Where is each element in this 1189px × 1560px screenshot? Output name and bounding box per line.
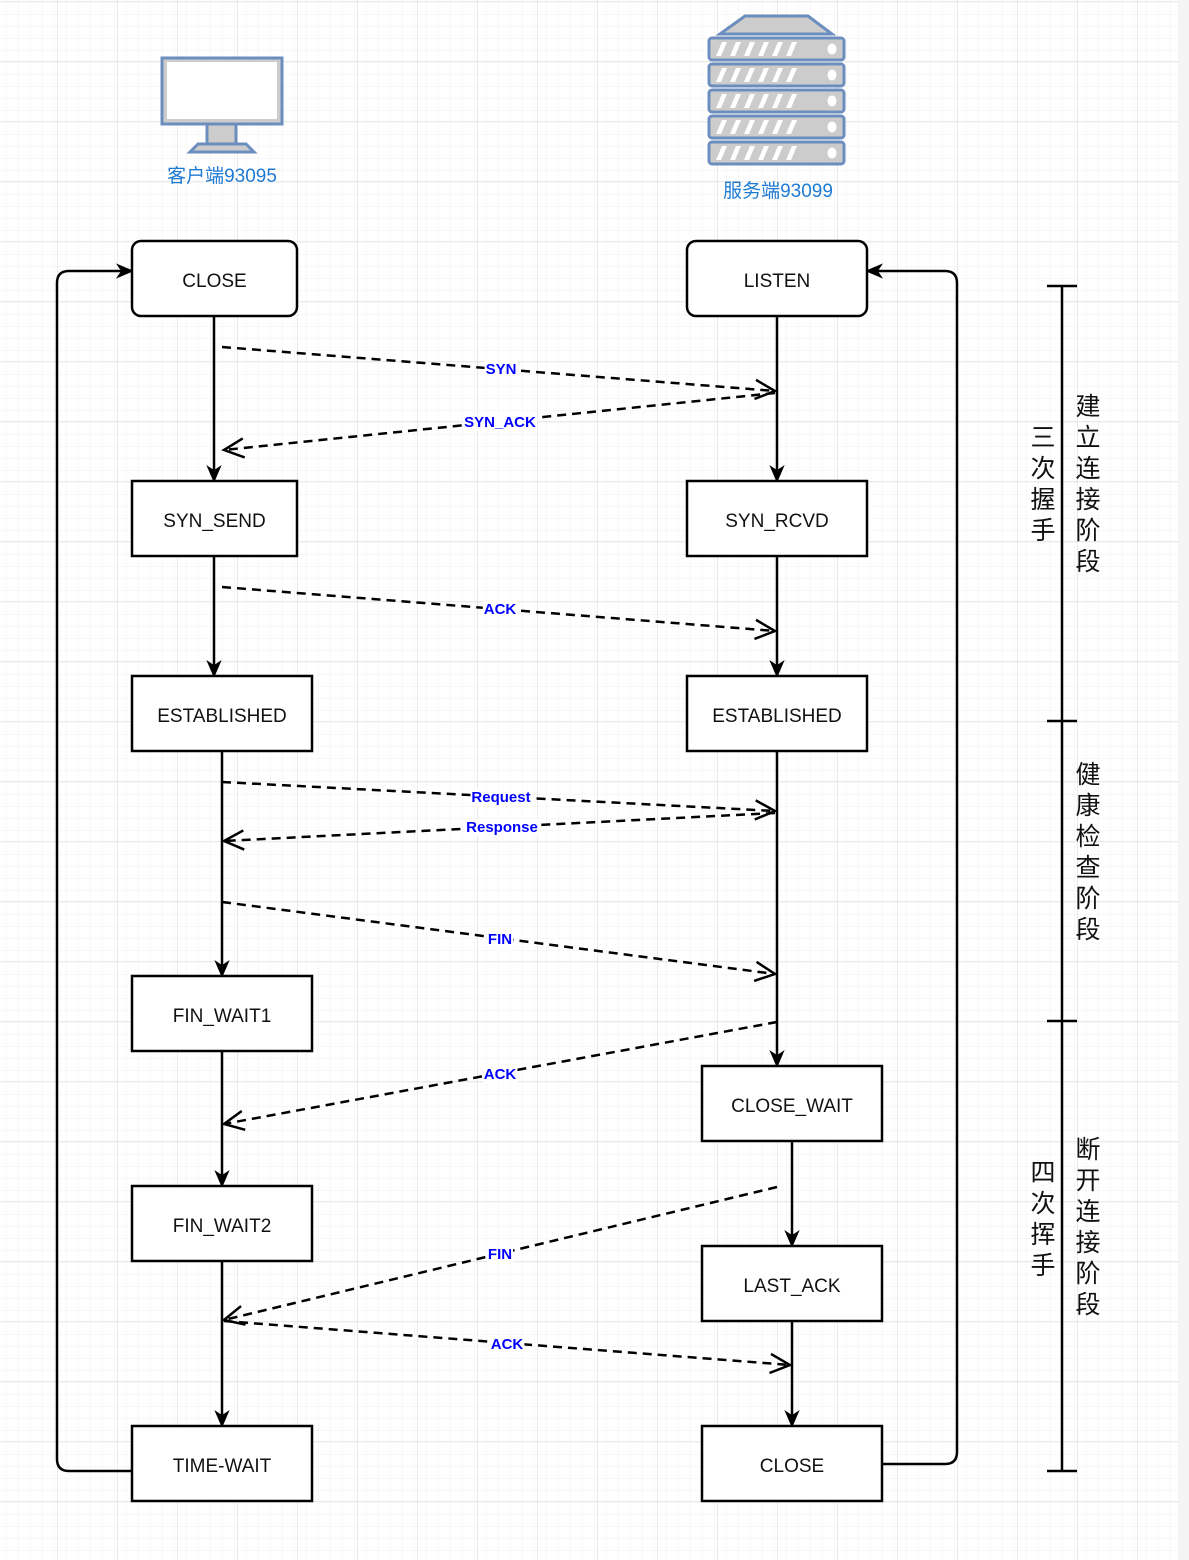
state-label: FIN_WAIT1 bbox=[173, 1006, 272, 1027]
message-label: Request bbox=[471, 789, 530, 806]
message-label: ACK bbox=[484, 601, 517, 618]
phase-name-connect: 建立连接阶段 bbox=[1072, 393, 1101, 579]
state-label: SYN_SEND bbox=[163, 511, 265, 532]
client-state-box-5: FIN_WAIT2 bbox=[130, 1184, 314, 1263]
message-label: ACK bbox=[484, 1066, 517, 1083]
client-state-box-4: FIN_WAIT1 bbox=[130, 974, 314, 1053]
phase-name-disconnect: 断开连接阶段 bbox=[1072, 1136, 1101, 1322]
server-led bbox=[827, 147, 837, 159]
client-state-box-1: CLOSE bbox=[130, 239, 299, 318]
client-state-box-2: SYN_SEND bbox=[130, 479, 299, 558]
server-state-box-1: LISTEN bbox=[685, 239, 869, 318]
message-label: SYN bbox=[486, 361, 517, 378]
message-label: ACK bbox=[491, 1336, 524, 1353]
client-state-box-6: TIME-WAIT bbox=[130, 1424, 314, 1503]
server-rack-icon bbox=[707, 14, 846, 166]
server-state-box-4: CLOSE_WAIT bbox=[700, 1064, 884, 1143]
state-label: CLOSE_WAIT bbox=[731, 1096, 853, 1117]
state-label: LAST_ACK bbox=[743, 1276, 840, 1297]
server-led bbox=[827, 43, 837, 55]
state-label: SYN_RCVD bbox=[725, 511, 828, 532]
state-label: CLOSE bbox=[182, 271, 246, 292]
page-edge bbox=[1178, 0, 1189, 1560]
message-label: FIN bbox=[488, 1246, 512, 1263]
state-label: FIN_WAIT2 bbox=[173, 1216, 272, 1237]
client-label: 客户端93095 bbox=[167, 165, 277, 187]
server-led bbox=[827, 121, 837, 133]
message-label: FIN bbox=[488, 931, 512, 948]
server-state-box-6: CLOSE bbox=[700, 1424, 884, 1503]
phase-subtitle-handshake: 三次握手 bbox=[1027, 424, 1056, 548]
state-label: TIME-WAIT bbox=[173, 1456, 272, 1477]
server-state-box-3: ESTABLISHED bbox=[685, 674, 869, 753]
client-state-box-3: ESTABLISHED bbox=[130, 674, 314, 753]
state-label: ESTABLISHED bbox=[712, 706, 842, 727]
tcp-state-diagram: 客户端93095 服务端93099 CLOSE SYN_SEND ESTABLISH… bbox=[0, 0, 1189, 1560]
state-label: ESTABLISHED bbox=[157, 706, 287, 727]
server-led bbox=[827, 95, 837, 107]
message-label: Response bbox=[466, 819, 538, 836]
message-label: SYN_ACK bbox=[464, 414, 536, 431]
phase-subtitle-wave: 四次挥手 bbox=[1027, 1159, 1056, 1283]
phase-name-health-check: 健康检查阶段 bbox=[1072, 761, 1101, 947]
server-led bbox=[827, 69, 837, 81]
server-label: 服务端93099 bbox=[723, 180, 833, 202]
server-state-box-5: LAST_ACK bbox=[700, 1244, 884, 1323]
server-state-box-2: SYN_RCVD bbox=[685, 479, 869, 558]
state-label: CLOSE bbox=[760, 1456, 824, 1477]
state-label: LISTEN bbox=[744, 271, 811, 292]
grid-background bbox=[0, 0, 1178, 1560]
